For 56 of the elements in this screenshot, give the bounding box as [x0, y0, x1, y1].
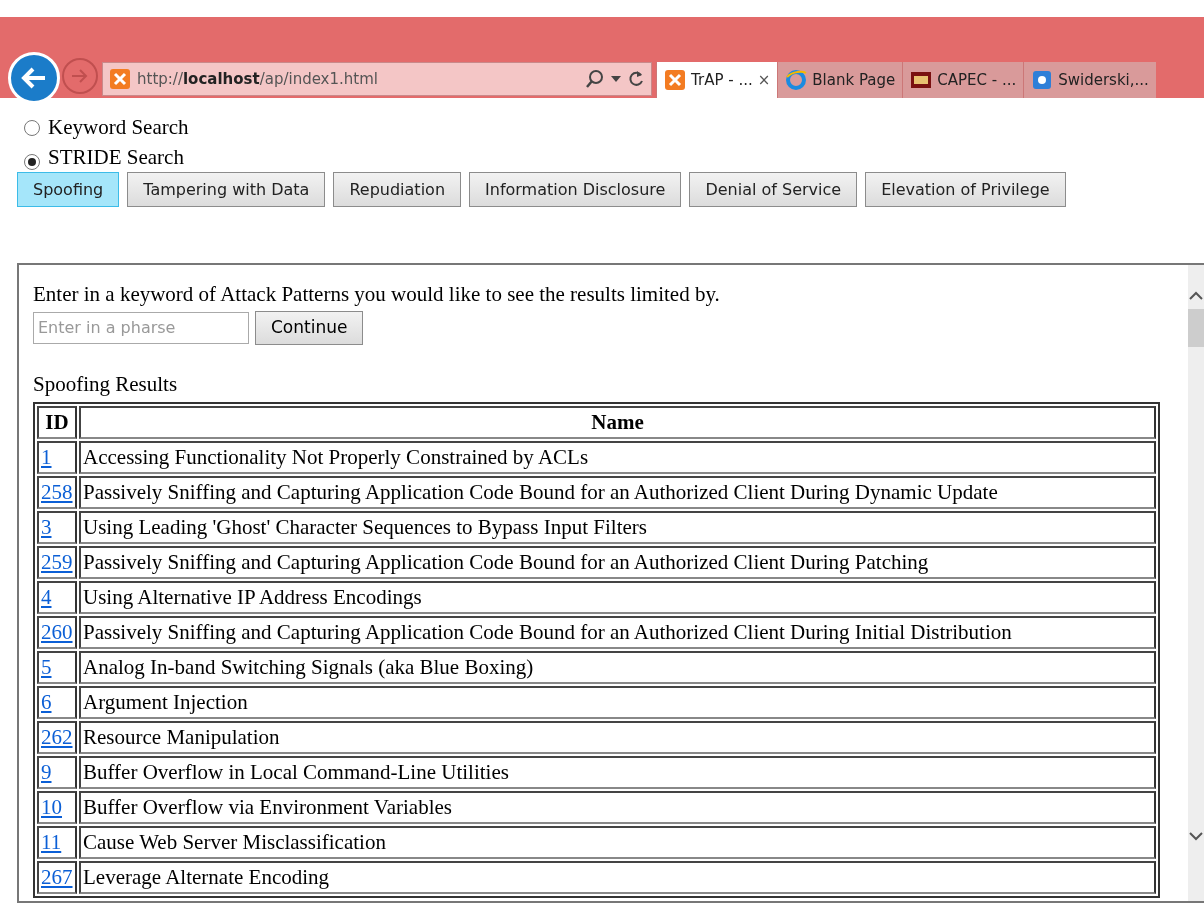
refresh-icon[interactable]: [627, 70, 645, 88]
id-link[interactable]: 3: [41, 515, 52, 539]
table-cell: Passively Sniffing and Capturing Application Code Bound for an Authorized Client During Dynamic Update: [79, 476, 1156, 509]
radio-button[interactable]: [24, 154, 40, 170]
browser-tab[interactable]: TrAP - ... ×: [656, 62, 778, 98]
browser-tab[interactable]: Swiderski,...: [1023, 62, 1156, 98]
results-title: Spoofing Results: [33, 370, 179, 398]
close-tab-button[interactable]: ×: [757, 68, 771, 92]
table-cell: Argument Injection: [79, 686, 1156, 719]
back-button[interactable]: [8, 52, 60, 104]
table-cell: Passively Sniffing and Capturing Application Code Bound for an Authorized Client During Patching: [79, 546, 1156, 579]
table-cell: Buffer Overflow via Environment Variables: [79, 791, 1156, 824]
search-field[interactable]: Enter in a pharse: [33, 311, 249, 344]
browser-tab[interactable]: Blank Page: [777, 62, 903, 98]
category-button[interactable]: Repudiation: [333, 172, 461, 207]
tab-title: Blank Page: [812, 69, 896, 91]
tab-title: TrAP - ...: [691, 69, 753, 91]
id-link[interactable]: 9: [41, 760, 52, 784]
scrollbar-thumb[interactable]: [1188, 309, 1204, 347]
category-button[interactable]: Elevation of Privilege: [865, 172, 1066, 207]
scroll-down-icon[interactable]: [1189, 831, 1203, 841]
table-cell: Using Leading 'Ghost' Character Sequences to Bypass Input Filters: [79, 511, 1156, 544]
id-link[interactable]: 5: [41, 655, 52, 679]
column-header: Name: [79, 406, 1156, 439]
id-link[interactable]: 6: [41, 690, 52, 714]
tab-title: CAPEC - ...: [937, 69, 1017, 91]
category-button[interactable]: Tampering with Data: [127, 172, 326, 207]
id-link[interactable]: 1: [41, 445, 52, 469]
table-cell: Leverage Alternate Encoding: [79, 861, 1156, 894]
continue-button[interactable]: Continue: [255, 310, 364, 345]
table-cell: Buffer Overflow in Local Command-Line Utilities: [79, 756, 1156, 789]
category-button[interactable]: Denial of Service: [689, 172, 858, 207]
tab-title: Swiderski,...: [1058, 69, 1149, 91]
dropdown-caret-icon[interactable]: [611, 76, 621, 82]
category-button[interactable]: Spoofing: [17, 172, 120, 207]
table-cell: Cause Web Server Misclassification: [79, 826, 1156, 859]
id-link[interactable]: 4: [41, 585, 52, 609]
table-cell: Accessing Functionality Not Properly Constrained by ACLs: [79, 441, 1156, 474]
column-header: ID: [37, 406, 77, 439]
prompt-text: Enter in a keyword of Attack Patterns you would like to see the results limited by.: [33, 281, 721, 308]
search-icon[interactable]: [585, 69, 605, 89]
address-text: http://localhost/ap/index1.html: [137, 68, 379, 90]
forward-arrow-icon: [71, 68, 89, 84]
radio-label: Keyword Search: [48, 115, 189, 139]
radio-label: STRIDE Search: [48, 145, 184, 169]
table-cell: Resource Manipulation: [79, 721, 1156, 754]
radio-button[interactable]: [24, 120, 40, 136]
back-arrow-icon: [21, 66, 47, 90]
category-button[interactable]: Information Disclosure: [469, 172, 682, 207]
table-cell: Using Alternative IP Address Encodings: [79, 581, 1156, 614]
address-bar[interactable]: http://localhost/ap/index1.html: [102, 62, 652, 96]
scroll-up-icon[interactable]: [1189, 291, 1203, 301]
browser-tab[interactable]: CAPEC - ...: [902, 62, 1024, 98]
table-cell: Analog In-band Switching Signals (aka Blue Boxing): [79, 651, 1156, 684]
globe-icon: [785, 69, 808, 91]
table-cell: Passively Sniffing and Capturing Application Code Bound for an Authorized Client During Initial Distribution: [79, 616, 1156, 649]
